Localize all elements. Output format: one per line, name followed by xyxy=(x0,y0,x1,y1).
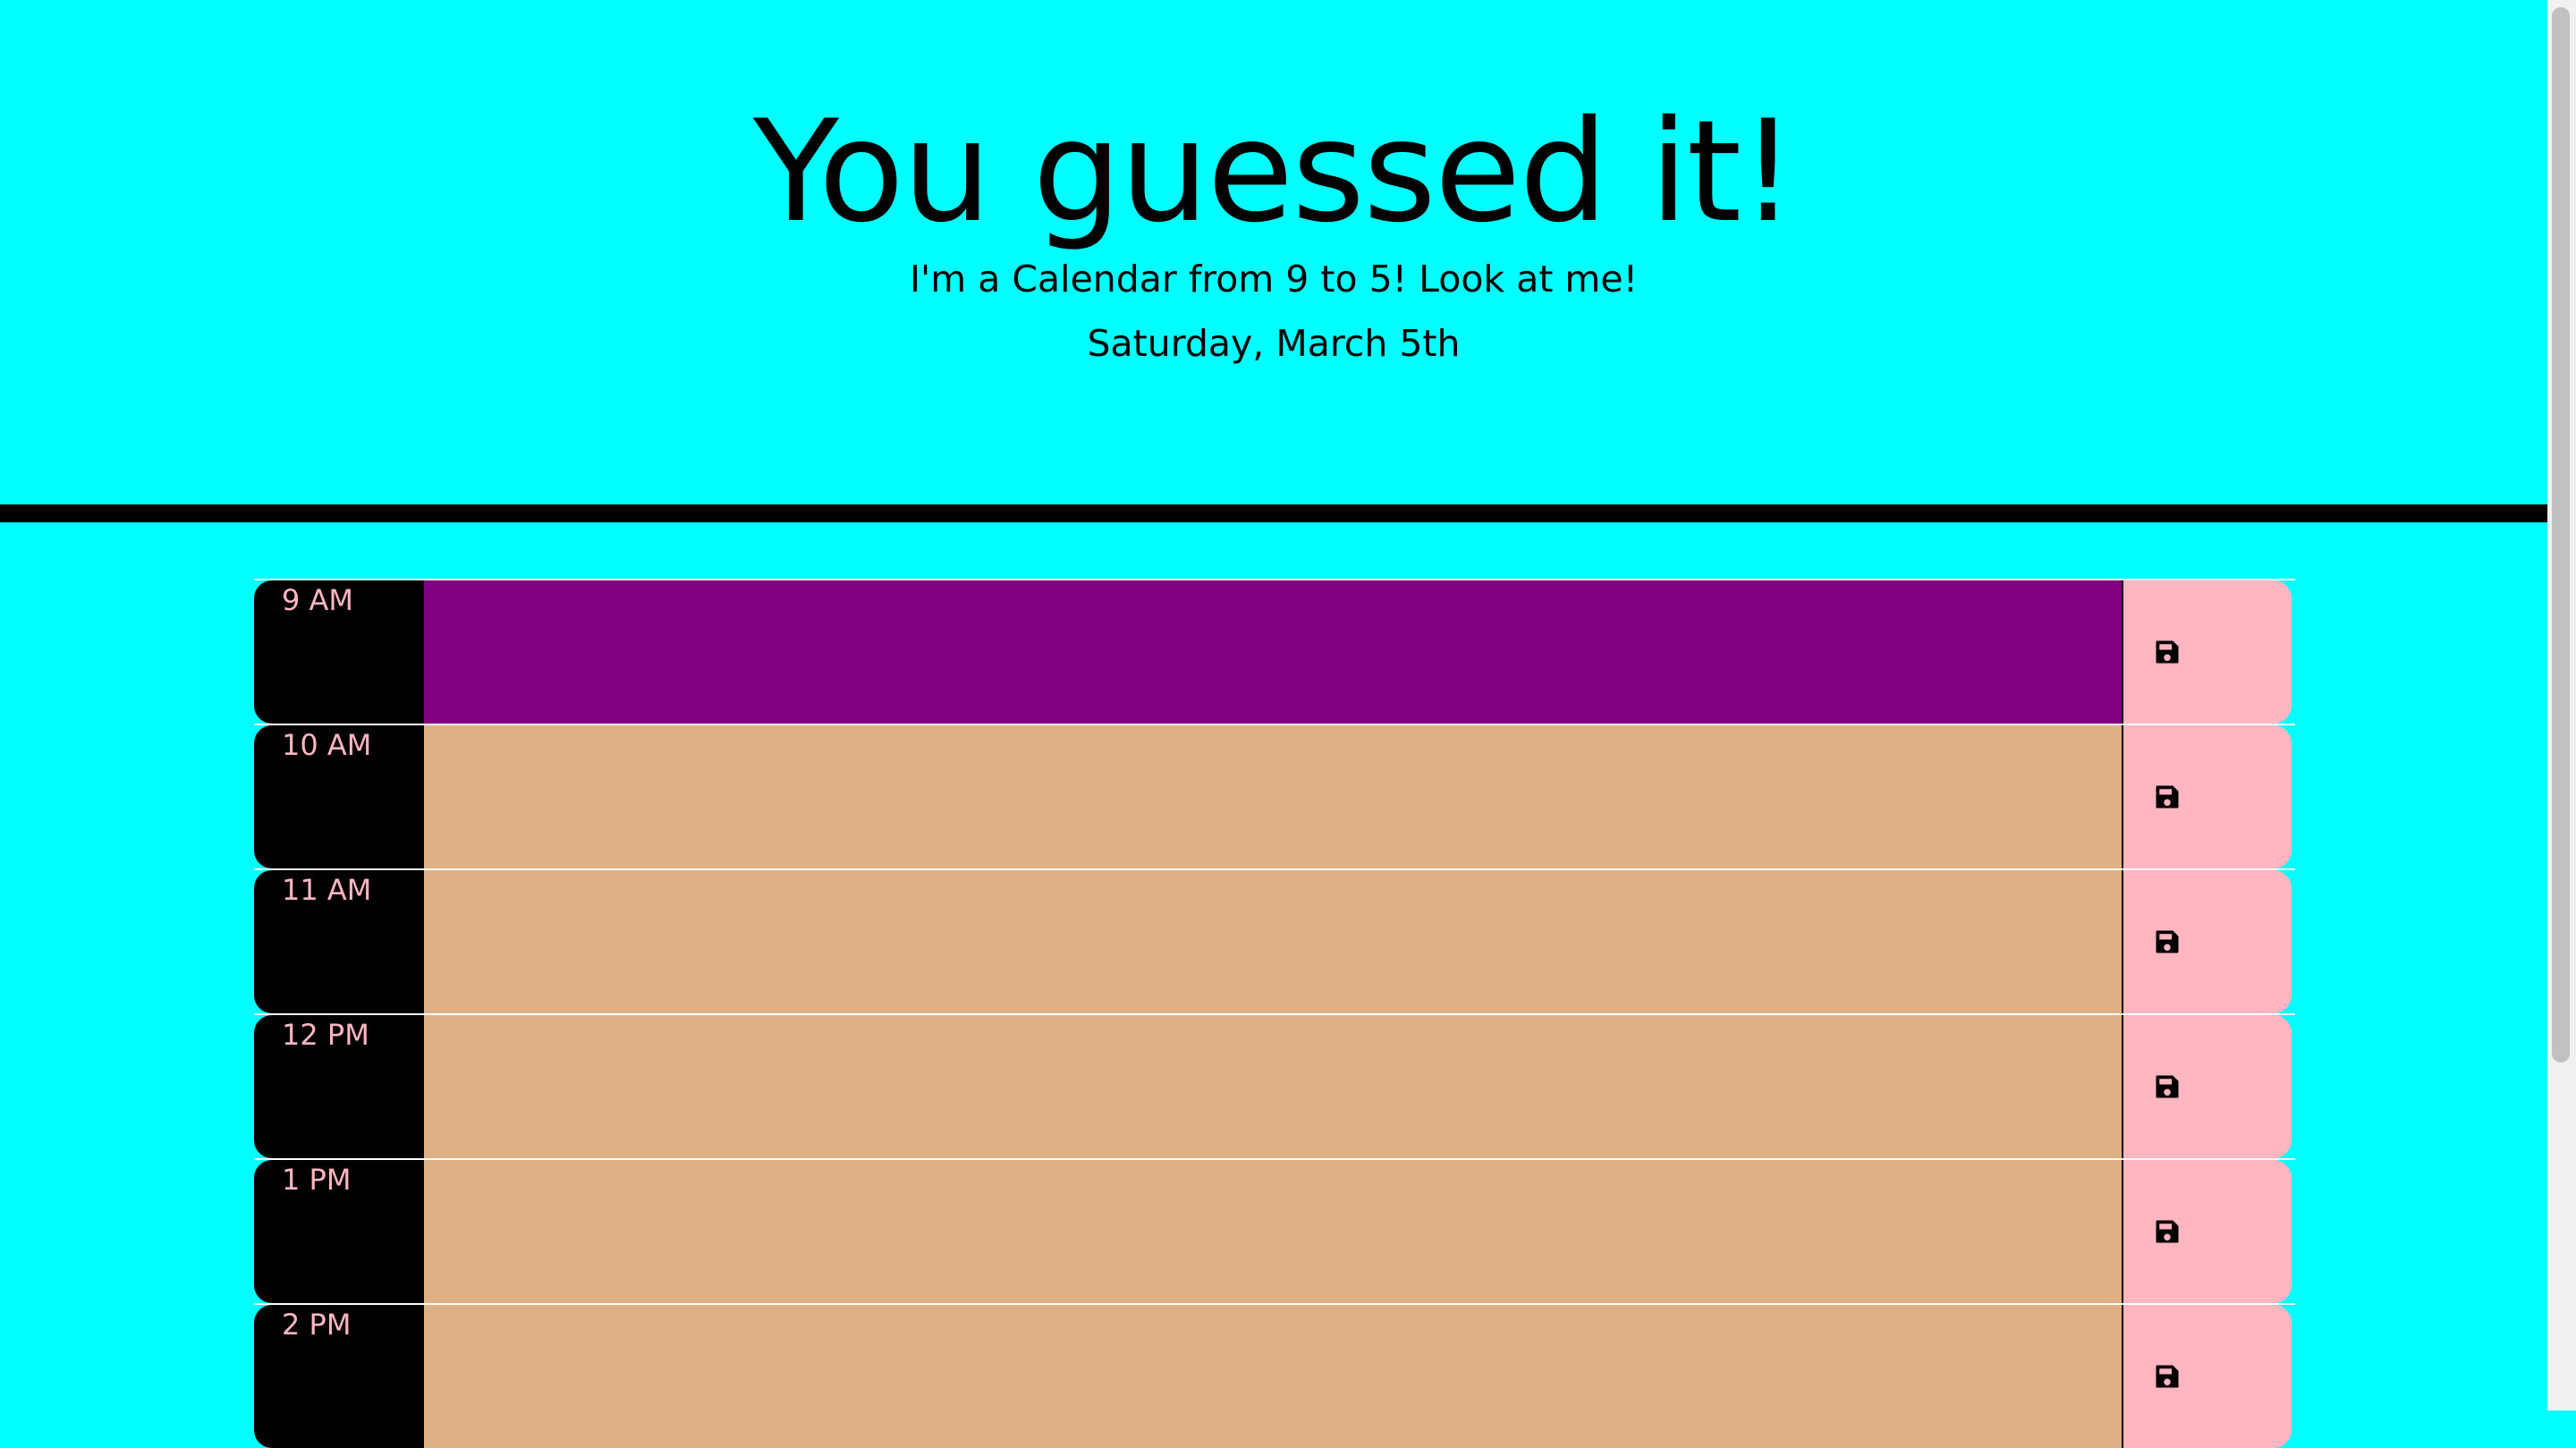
event-description-input[interactable] xyxy=(424,725,2123,868)
save-button[interactable] xyxy=(2123,1015,2292,1158)
event-description-input[interactable] xyxy=(424,1305,2123,1448)
time-block-row: 9 AM xyxy=(254,579,2295,724)
header-divider xyxy=(0,504,2547,522)
save-button[interactable] xyxy=(2123,580,2292,724)
time-block-row: 12 PM xyxy=(254,1013,2295,1158)
time-block-row: 10 AM xyxy=(254,724,2295,868)
floppy-disk-icon xyxy=(2156,640,2179,664)
page-header: You guessed it! I'm a Calendar from 9 to… xyxy=(0,0,2547,505)
event-description-input[interactable] xyxy=(424,580,2123,724)
time-block-row: 2 PM xyxy=(254,1303,2295,1448)
save-button[interactable] xyxy=(2123,1305,2292,1448)
floppy-disk-icon xyxy=(2156,1365,2179,1388)
save-button[interactable] xyxy=(2123,1160,2292,1303)
hour-label: 10 AM xyxy=(254,725,424,868)
floppy-disk-icon xyxy=(2156,1075,2179,1098)
hour-label: 9 AM xyxy=(254,580,424,724)
page-subtitle: I'm a Calendar from 9 to 5! Look at me! xyxy=(909,258,1639,301)
scrollbar-thumb[interactable] xyxy=(2552,7,2570,1063)
hour-label: 12 PM xyxy=(254,1015,424,1158)
hour-label: 2 PM xyxy=(254,1305,424,1448)
hour-label: 11 AM xyxy=(254,870,424,1013)
page-title: You guessed it! xyxy=(752,90,1796,254)
event-description-input[interactable] xyxy=(424,1015,2123,1158)
current-date: Saturday, March 5th xyxy=(1087,322,1461,365)
hour-label: 1 PM xyxy=(254,1160,424,1303)
event-description-input[interactable] xyxy=(424,1160,2123,1303)
time-block-row: 11 AM xyxy=(254,868,2295,1013)
schedule-container: 9 AM 10 AM 11 AM 12 PM 1 PM 2 PM xyxy=(254,579,2295,1448)
time-block-row: 1 PM xyxy=(254,1158,2295,1303)
event-description-input[interactable] xyxy=(424,870,2123,1013)
floppy-disk-icon xyxy=(2156,785,2179,809)
save-button[interactable] xyxy=(2123,725,2292,868)
floppy-disk-icon xyxy=(2156,930,2179,953)
save-button[interactable] xyxy=(2123,870,2292,1013)
floppy-disk-icon xyxy=(2156,1220,2179,1243)
